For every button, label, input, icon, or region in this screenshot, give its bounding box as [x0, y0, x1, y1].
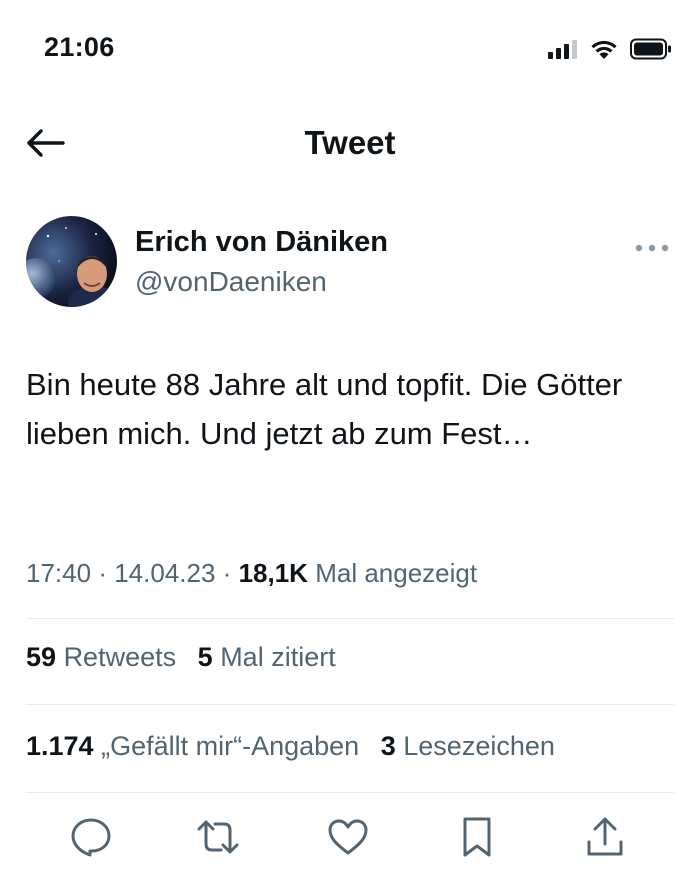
bookmarks-count: 3 [380, 731, 396, 761]
views-label: Mal angezeigt [315, 558, 478, 588]
quotes-label: Mal zitiert [220, 642, 336, 672]
likes-count: 1.174 [26, 731, 94, 761]
wifi-icon [590, 38, 618, 65]
tweet-time[interactable]: 17:40 [26, 558, 91, 588]
status-bar: 21:06 [0, 0, 700, 100]
bookmarks-stat[interactable]: 3 Lesezeichen [381, 731, 555, 761]
reply-button[interactable] [68, 816, 114, 862]
share-icon [585, 816, 625, 863]
bookmark-button[interactable] [454, 816, 500, 862]
author-name[interactable]: Erich von Däniken [135, 226, 388, 259]
retweet-icon [195, 818, 241, 861]
tweet-author: Erich von Däniken @vonDaeniken [26, 216, 676, 310]
bookmarks-label: Lesezeichen [403, 731, 555, 761]
page-title: Tweet [304, 124, 396, 161]
meta-separator: · [222, 558, 232, 588]
likes-stat[interactable]: 1.174 „Gefällt mir“-Angaben [26, 731, 359, 761]
status-icons [548, 38, 672, 65]
tweet-text: Bin heute 88 Jahre alt und topfit. Die G… [26, 367, 623, 451]
avatar[interactable] [26, 216, 117, 307]
tweet-meta: 17:40 · 14.04.23 · 18,1K Mal angezeigt [26, 558, 477, 589]
more-horizontal-icon [635, 239, 669, 257]
views-count: 18,1K [238, 558, 308, 588]
cellular-signal-icon [548, 39, 578, 64]
retweet-button[interactable] [195, 816, 241, 862]
retweets-stat[interactable]: 59 Retweets [26, 642, 176, 672]
retweets-count: 59 [26, 642, 57, 672]
divider [26, 704, 674, 705]
meta-separator: · [98, 558, 107, 588]
share-button[interactable] [582, 816, 628, 862]
header: Tweet [0, 110, 700, 180]
bookmark-icon [460, 816, 494, 863]
retweets-label: Retweets [63, 642, 177, 672]
battery-icon [630, 38, 672, 65]
stats-row-likes: 1.174 „Gefällt mir“-Angaben 3 Lesezeiche… [26, 731, 569, 762]
quotes-stat[interactable]: 5 Mal zitiert [198, 642, 336, 672]
quotes-count: 5 [197, 642, 213, 672]
likes-label: „Gefällt mir“-Angaben [101, 731, 360, 761]
like-button[interactable] [325, 816, 371, 862]
action-bar [0, 808, 700, 868]
divider [26, 618, 674, 619]
stats-row-retweets: 59 Retweets 5 Mal zitiert [26, 642, 350, 673]
more-options-button[interactable] [634, 238, 670, 258]
divider [26, 792, 674, 793]
reply-icon [70, 817, 112, 862]
author-handle[interactable]: @vonDaeniken [135, 266, 327, 298]
status-time: 21:06 [44, 32, 115, 62]
like-icon [327, 818, 369, 861]
tweet-date[interactable]: 14.04.23 [114, 558, 215, 588]
